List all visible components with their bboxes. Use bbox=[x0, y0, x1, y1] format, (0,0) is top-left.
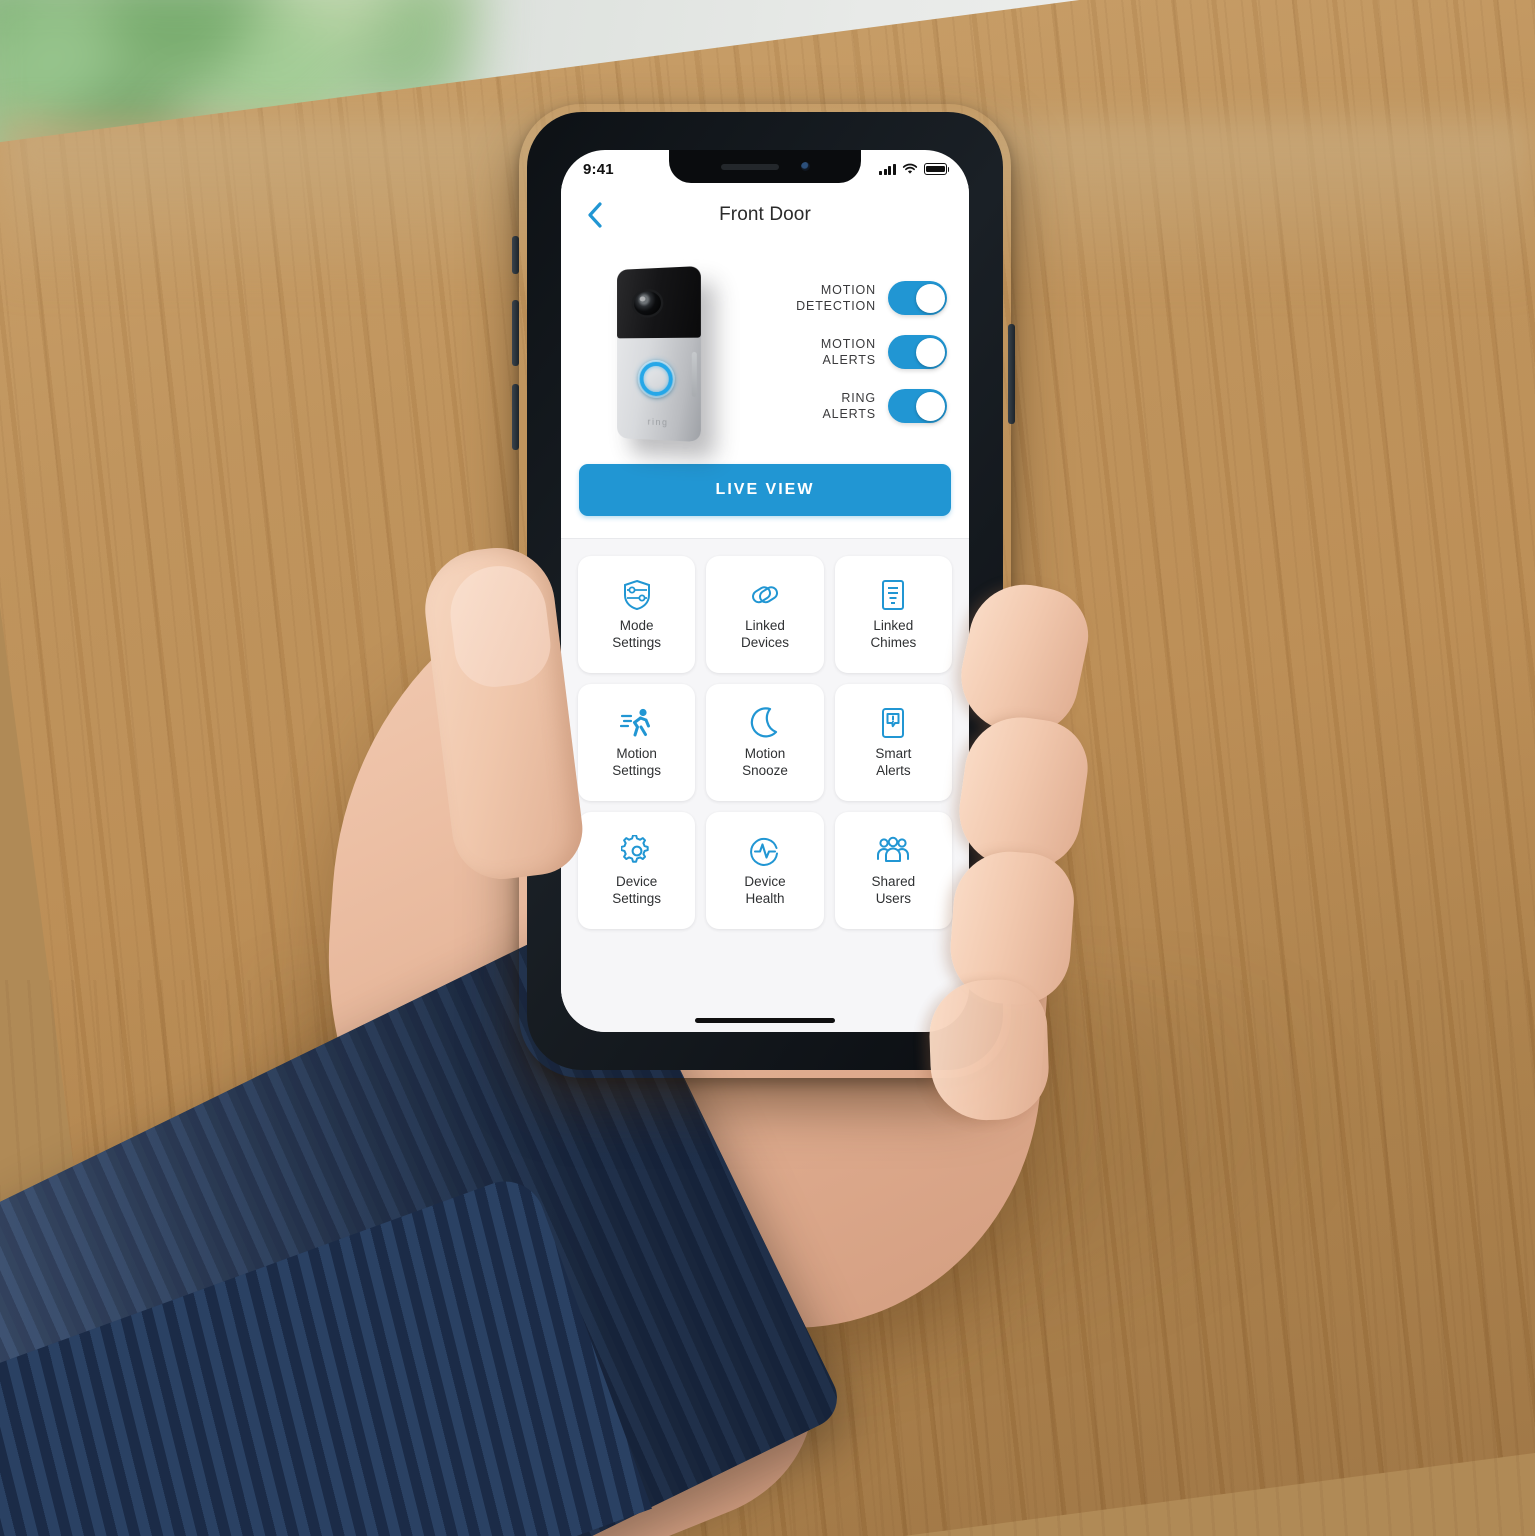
wifi-icon bbox=[902, 163, 918, 174]
photo-scene: 9:41 Front Door ring MOTION DETECTION MO… bbox=[0, 0, 1535, 1536]
little-finger bbox=[927, 977, 1051, 1123]
middle-finger bbox=[952, 710, 1094, 876]
cellular-bars-icon bbox=[879, 163, 896, 175]
status-time: 9:41 bbox=[583, 160, 614, 178]
earpiece-speaker-icon bbox=[720, 163, 779, 170]
battery-full-icon bbox=[924, 163, 950, 175]
status-icons bbox=[879, 159, 950, 175]
front-camera-icon bbox=[800, 162, 810, 171]
hand-fingers-front bbox=[0, 0, 1535, 1536]
phone-notch bbox=[669, 150, 861, 183]
